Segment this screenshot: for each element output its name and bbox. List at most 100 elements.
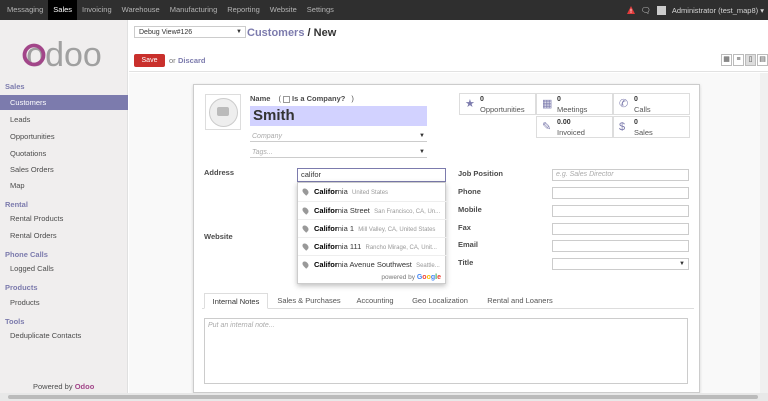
internal-note-input[interactable]: Put an internal note... [204, 318, 688, 384]
breadcrumb-customers[interactable]: Customers [247, 27, 304, 39]
powered-by-label: powered by [381, 274, 416, 281]
sidebar-item-rental-orders[interactable]: Rental Orders [0, 228, 128, 243]
sidebar-item-quotations[interactable]: Quotations [0, 146, 128, 161]
suggestion-secondary: Rancho Mirage, CA, Unit... [365, 245, 437, 251]
fax-input[interactable] [552, 223, 689, 235]
section-products: Products [5, 283, 38, 292]
stat-label: Sales [634, 128, 653, 137]
stat-label: Opportunities [480, 105, 525, 114]
tab-rental-loaners[interactable]: Rental and Loaners [480, 293, 560, 309]
sidebar-item-customers[interactable]: Customers [0, 95, 128, 110]
section-sales: Sales [5, 82, 25, 91]
pin-icon [301, 206, 310, 215]
tab-sales-purchases[interactable]: Sales & Purchases [270, 293, 348, 309]
suggestion-rest: nia 1 [337, 224, 355, 233]
phone-input[interactable] [552, 187, 689, 199]
menu-warehouse[interactable]: Warehouse [117, 0, 165, 20]
pin-icon [301, 242, 310, 251]
suggestion-item[interactable]: California 1 Mill Valley, CA, United Sta… [298, 219, 447, 237]
user-menu[interactable]: Administrator (test_map8) ▾ [672, 6, 764, 15]
section-rental: Rental [5, 200, 28, 209]
avatar[interactable] [656, 5, 666, 15]
sidebar-item-rental-products[interactable]: Rental Products [0, 211, 128, 226]
stat-label: Calls [634, 105, 651, 114]
vertical-scrollbar[interactable] [760, 73, 768, 393]
form-icon[interactable]: ▯ [745, 54, 756, 66]
control-panel: Debug View#126 ▼ Customers / New Save or … [129, 20, 768, 72]
sidebar-item-leads[interactable]: Leads [0, 112, 128, 127]
title-select[interactable]: ▼ [552, 258, 689, 270]
job-position-input[interactable]: e.g. Sales Director [552, 169, 689, 181]
suggestion-rest: nia Avenue Southwest [337, 260, 412, 269]
map-icon[interactable]: ▤ [757, 54, 768, 66]
warning-icon[interactable] [626, 6, 635, 14]
powered-by: Powered by Odoo [33, 382, 94, 391]
partner-image[interactable] [205, 94, 241, 130]
stat-num: 0.00 [557, 119, 571, 126]
debug-view-select[interactable]: Debug View#126 ▼ [134, 26, 246, 38]
tags-placeholder: Tags... [252, 149, 273, 156]
name-label: Name (Is a Company?) [250, 94, 354, 103]
edit-icon: ✎ [542, 121, 552, 133]
sidebar-item-products[interactable]: Products [0, 295, 128, 310]
stat-num: 0 [634, 96, 638, 103]
sidebar-item-opportunities[interactable]: Opportunities [0, 129, 128, 144]
is-company-checkbox[interactable] [283, 95, 291, 103]
odoo-logo[interactable]: odoo [14, 34, 114, 74]
scrollbar-thumb[interactable] [8, 395, 758, 399]
horizontal-scrollbar[interactable] [0, 393, 768, 401]
user-name: Administrator (test_map8) [671, 5, 759, 15]
powered-by-google: powered by Google [381, 274, 441, 281]
pin-icon [301, 260, 310, 269]
address-input[interactable]: califor [297, 168, 446, 182]
tags-select[interactable]: Tags... ▼ [250, 147, 427, 158]
meetings-button[interactable]: ▦ 0 Meetings [536, 93, 613, 115]
save-button[interactable]: Save [134, 54, 165, 67]
camera-icon [217, 107, 229, 116]
menu-messaging[interactable]: Messaging [2, 0, 48, 20]
suggestion-item[interactable]: California Avenue Southwest Seattle... [298, 255, 447, 273]
logo-text: odoo [26, 36, 102, 74]
suggestion-item[interactable]: California 111 Rancho Mirage, CA, Unit..… [298, 237, 447, 255]
suggestion-item[interactable]: California Street San Francisco, CA, Un.… [298, 201, 447, 219]
menu-sales[interactable]: Sales [48, 0, 78, 20]
sidebar-item-deduplicate-contacts[interactable]: Deduplicate Contacts [0, 328, 128, 343]
company-placeholder: Company [252, 133, 282, 140]
phone-label: Phone [458, 187, 481, 196]
stat-num: 0 [480, 96, 484, 103]
stat-label: Invoiced [557, 128, 585, 137]
sidebar-item-logged-calls[interactable]: Logged Calls [0, 261, 128, 276]
suggestion-item[interactable]: California United States [298, 183, 447, 201]
mobile-input[interactable] [552, 205, 689, 217]
breadcrumb-separator: / [307, 27, 311, 39]
menu-website[interactable]: Website [265, 0, 302, 20]
calls-button[interactable]: ✆ 0 Calls [613, 93, 690, 115]
list-icon[interactable]: ≡ [733, 54, 744, 66]
tab-geo-localization[interactable]: Geo Localization [404, 293, 476, 309]
tab-internal-notes[interactable]: Internal Notes [204, 293, 268, 309]
invoiced-button[interactable]: ✎ 0.00 Invoiced [536, 116, 613, 138]
sidebar-item-sales-orders[interactable]: Sales Orders [0, 162, 128, 177]
calendar-icon: ▦ [542, 98, 553, 110]
company-select[interactable]: Company ▼ [250, 131, 427, 142]
pin-icon [301, 187, 310, 196]
caret-down-icon: ▼ [679, 261, 685, 267]
suggestion-match: Califor [314, 224, 338, 233]
chat-icon[interactable]: 🗨 [641, 6, 651, 15]
kanban-icon[interactable]: ▦ [721, 54, 732, 66]
phone-icon: ✆ [619, 98, 629, 110]
discard-button[interactable]: Discard [178, 56, 206, 65]
suggestion-secondary: United States [352, 190, 389, 196]
opportunities-button[interactable]: ★ 0 Opportunities [459, 93, 536, 115]
menu-reporting[interactable]: Reporting [222, 0, 265, 20]
menu-invoicing[interactable]: Invoicing [77, 0, 117, 20]
sidebar-item-map[interactable]: Map [0, 178, 128, 193]
powered-brand[interactable]: Odoo [75, 382, 95, 391]
email-input[interactable] [552, 240, 689, 252]
website-label: Website [204, 232, 233, 241]
name-input[interactable]: Smith [250, 106, 427, 126]
sales-button[interactable]: $ 0 Sales [613, 116, 690, 138]
menu-settings[interactable]: Settings [302, 0, 339, 20]
menu-manufacturing[interactable]: Manufacturing [165, 0, 223, 20]
tab-accounting[interactable]: Accounting [350, 293, 400, 309]
